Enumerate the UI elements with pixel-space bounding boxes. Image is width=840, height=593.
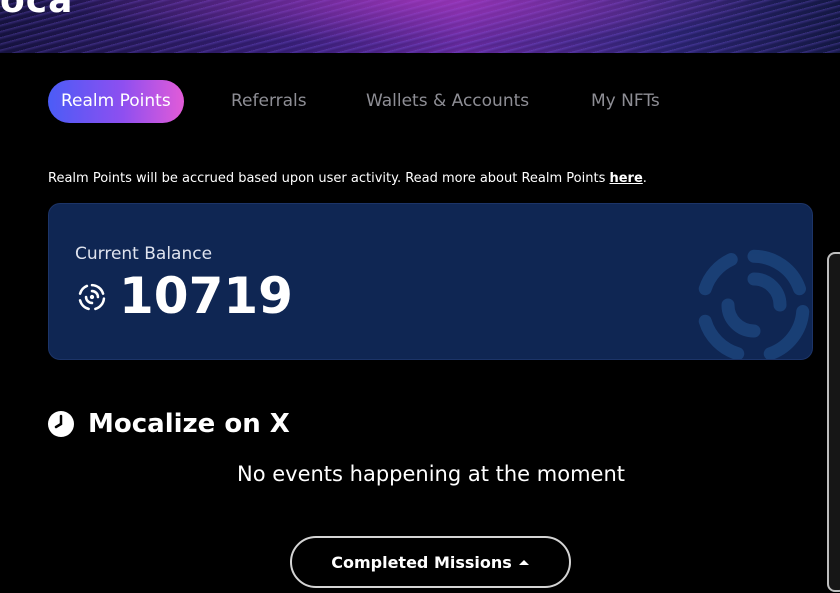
completed-missions-button[interactable]: Completed Missions	[290, 536, 571, 588]
tab-my-nfts[interactable]: My NFTs	[591, 80, 660, 123]
realm-points-info: Realm Points will be accrued based upon …	[48, 171, 647, 186]
section-title: Mocalize on X	[88, 409, 290, 439]
balance-card: Current Balance 10719	[48, 203, 813, 360]
chevron-up-icon	[518, 560, 529, 565]
tab-wallets-accounts[interactable]: Wallets & Accounts	[366, 80, 529, 123]
scrollbar[interactable]	[827, 252, 840, 592]
empty-events-message: No events happening at the moment	[236, 462, 626, 486]
balance-amount: 10719	[119, 267, 293, 325]
brand-logo: oca	[0, 0, 74, 21]
balance-label: Current Balance	[75, 244, 213, 264]
tab-realm-points[interactable]: Realm Points	[48, 80, 184, 123]
realm-points-icon	[78, 283, 106, 311]
clock-icon	[48, 411, 74, 437]
info-text: Realm Points will be accrued based upon …	[48, 171, 610, 186]
here-link[interactable]: here	[609, 171, 642, 186]
completed-missions-label: Completed Missions	[331, 552, 512, 572]
header-banner: oca	[0, 0, 840, 53]
realm-points-watermark-icon	[698, 249, 810, 359]
info-suffix: .	[642, 171, 647, 186]
tab-referrals[interactable]: Referrals	[231, 80, 307, 123]
